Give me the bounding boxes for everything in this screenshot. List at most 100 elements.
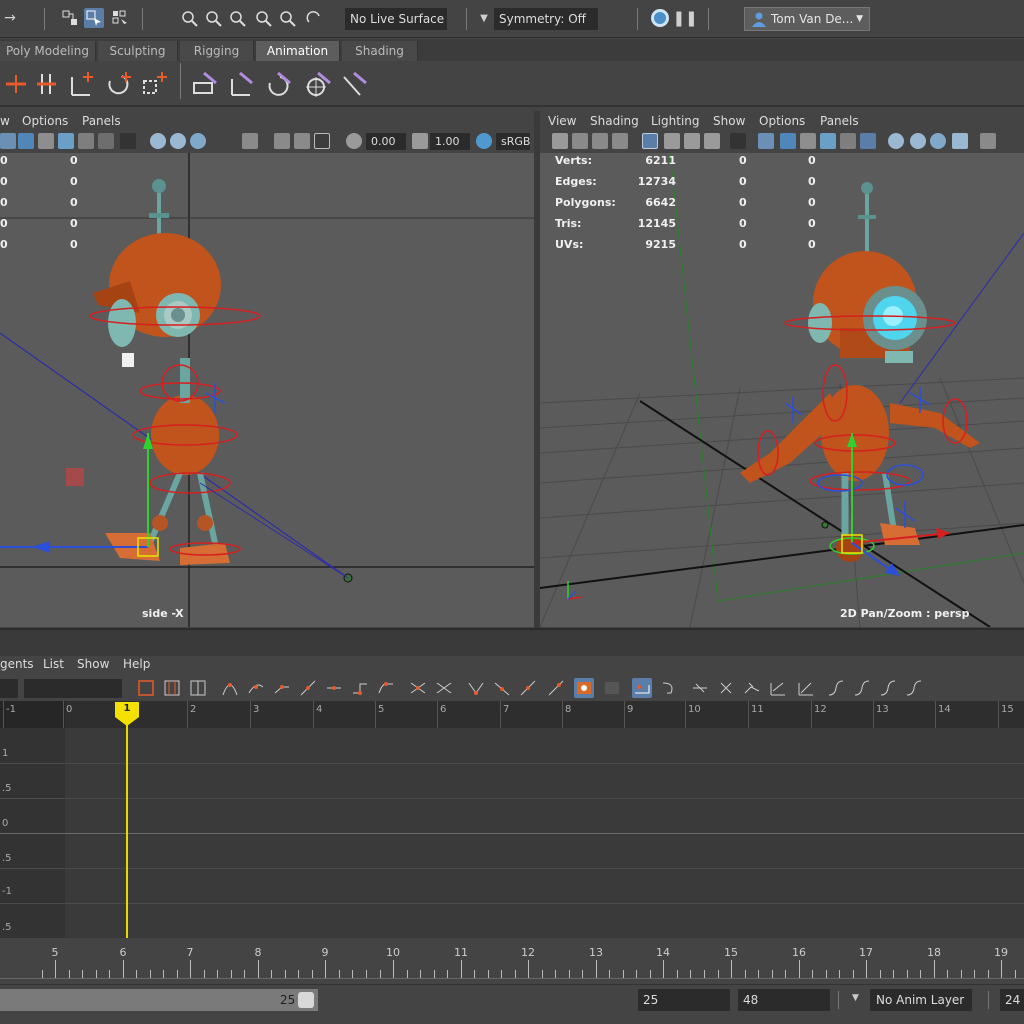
normalize-icon[interactable] <box>690 678 710 698</box>
film-gate-icon[interactable] <box>294 133 310 149</box>
gate-mask-icon[interactable] <box>704 133 720 149</box>
select-object-icon[interactable] <box>84 8 104 28</box>
resolution-gate-icon[interactable] <box>314 133 330 149</box>
smooth-shade-icon[interactable] <box>18 133 34 149</box>
constraint-point-icon[interactable] <box>224 67 258 101</box>
tangent-spline-icon[interactable] <box>246 678 266 698</box>
fps-field[interactable]: 24 f <box>1000 989 1024 1011</box>
cycle-icon[interactable] <box>796 678 816 698</box>
menu-view[interactable]: View <box>548 114 576 128</box>
image-plane-icon[interactable] <box>612 133 628 149</box>
frame-playback-icon[interactable] <box>188 678 208 698</box>
xray-icon[interactable] <box>860 133 876 149</box>
graph-editor-graph[interactable]: 1 .5 0 .5 -1 .5 <box>0 728 1024 938</box>
smooth-shade-icon[interactable] <box>780 133 796 149</box>
camera-lock-icon[interactable] <box>572 133 588 149</box>
free-tangent-icon[interactable] <box>518 678 538 698</box>
isolate-icon[interactable] <box>888 133 904 149</box>
tangent-step-icon[interactable] <box>350 678 370 698</box>
end-time-field[interactable]: 25 <box>638 989 730 1011</box>
chevron-down-icon[interactable]: ▼ <box>474 8 494 28</box>
exposure-icon[interactable] <box>346 133 362 149</box>
pre-infinity-icon[interactable] <box>742 678 762 698</box>
break-tangents-icon[interactable] <box>434 678 454 698</box>
snap-surface-icon[interactable] <box>278 8 298 28</box>
arrow-right-icon[interactable]: → <box>0 8 20 28</box>
menu-options[interactable]: Options <box>22 114 68 128</box>
pause-icon[interactable]: ❚❚ <box>672 8 697 28</box>
menu-shading[interactable]: Shading <box>590 114 639 128</box>
shadows-icon[interactable] <box>78 133 94 149</box>
buffer-curve-icon[interactable] <box>408 678 428 698</box>
menu-lighting[interactable]: Lighting <box>651 114 700 128</box>
lock-tangent-icon[interactable] <box>546 678 566 698</box>
depth-of-field-icon[interactable] <box>952 133 968 149</box>
tangent-clamped-icon[interactable] <box>272 678 292 698</box>
tab-animation[interactable]: Animation <box>256 41 340 61</box>
user-account-button[interactable]: Tom Van De... ▼ <box>744 7 870 31</box>
chevron-down-icon[interactable]: ▼ <box>852 993 859 1003</box>
snap-view-icon[interactable] <box>254 8 274 28</box>
panel-divider[interactable] <box>0 628 1024 656</box>
key-rotate-icon[interactable] <box>102 67 136 101</box>
constraint-parent-icon[interactable] <box>188 67 222 101</box>
range-slider-handle[interactable] <box>298 992 314 1008</box>
tab-rigging[interactable]: Rigging <box>180 41 254 61</box>
key-scale-icon[interactable] <box>138 67 172 101</box>
frame-selection-icon[interactable] <box>162 678 182 698</box>
wireframe-icon[interactable] <box>758 133 774 149</box>
menu-panels[interactable]: Panels <box>82 114 121 128</box>
record-icon[interactable] <box>651 9 669 27</box>
tab-shading[interactable]: Shading <box>342 41 418 61</box>
max-time-field[interactable]: 48 <box>738 989 830 1011</box>
anim-layer-field[interactable]: No Anim Layer <box>870 989 972 1011</box>
denormalize-icon[interactable] <box>716 678 736 698</box>
lights-icon[interactable] <box>820 133 836 149</box>
tangent-linear-icon[interactable] <box>298 678 318 698</box>
grid-icon[interactable] <box>642 133 658 149</box>
curve-4-icon[interactable] <box>904 678 924 698</box>
grid-toggle-icon[interactable] <box>274 133 290 149</box>
right-viewport[interactable]: Verts: 6211 0 0 Edges: 12734 0 0 Polygon… <box>540 153 1024 627</box>
stats-field[interactable] <box>0 679 18 698</box>
time-slider[interactable]: 5 6 7 8 9 10 11 12 13 14 15 16 17 18 19 <box>0 940 1024 980</box>
constraint-pole-vector-icon[interactable] <box>338 67 372 101</box>
menu-options[interactable]: Options <box>759 114 805 128</box>
resolution-gate-icon[interactable] <box>684 133 700 149</box>
playhead-line[interactable] <box>126 715 128 938</box>
auto-load-icon[interactable] <box>574 678 594 698</box>
frame-all-icon[interactable] <box>136 678 156 698</box>
xray-joints-icon[interactable] <box>120 133 136 149</box>
film-gate-icon[interactable] <box>664 133 680 149</box>
post-infinity-icon[interactable] <box>768 678 788 698</box>
value-field[interactable] <box>24 679 122 698</box>
camera-attributes-icon[interactable] <box>980 133 996 149</box>
color-space-field[interactable]: sRGB <box>496 133 530 150</box>
curve-2-icon[interactable] <box>852 678 872 698</box>
menu-view[interactable]: w <box>0 114 10 128</box>
load-selection-icon[interactable] <box>602 678 622 698</box>
ambient-occlusion-icon[interactable] <box>170 133 186 149</box>
xray-icon[interactable] <box>98 133 114 149</box>
tab-poly-modeling[interactable]: Poly Modeling <box>0 41 96 61</box>
menu-show[interactable]: Show <box>713 114 745 128</box>
lights-icon[interactable] <box>58 133 74 149</box>
snap-curve-icon[interactable] <box>204 8 224 28</box>
isolate-icon[interactable] <box>150 133 166 149</box>
snap-point-icon[interactable] <box>228 8 248 28</box>
constraint-aim-icon[interactable] <box>300 67 334 101</box>
left-viewport[interactable]: 0 0 0 0 0 0 0 0 0 0 side -X <box>0 153 534 627</box>
safe-action-icon[interactable] <box>730 133 746 149</box>
camera-attributes-icon[interactable] <box>242 133 258 149</box>
menu-list[interactable]: List <box>43 657 64 671</box>
textured-icon[interactable] <box>800 133 816 149</box>
menu-help[interactable]: Help <box>123 657 150 671</box>
antialias-icon[interactable] <box>930 133 946 149</box>
playhead-marker[interactable]: 1 <box>114 701 140 727</box>
menu-panels[interactable]: Panels <box>820 114 859 128</box>
snap-keys-icon[interactable] <box>632 678 652 698</box>
menu-tangents[interactable]: gents <box>0 657 34 671</box>
antialias-icon[interactable] <box>190 133 206 149</box>
breakdown-key-icon[interactable] <box>30 67 64 101</box>
gamma-field[interactable]: 1.00 <box>430 133 470 150</box>
